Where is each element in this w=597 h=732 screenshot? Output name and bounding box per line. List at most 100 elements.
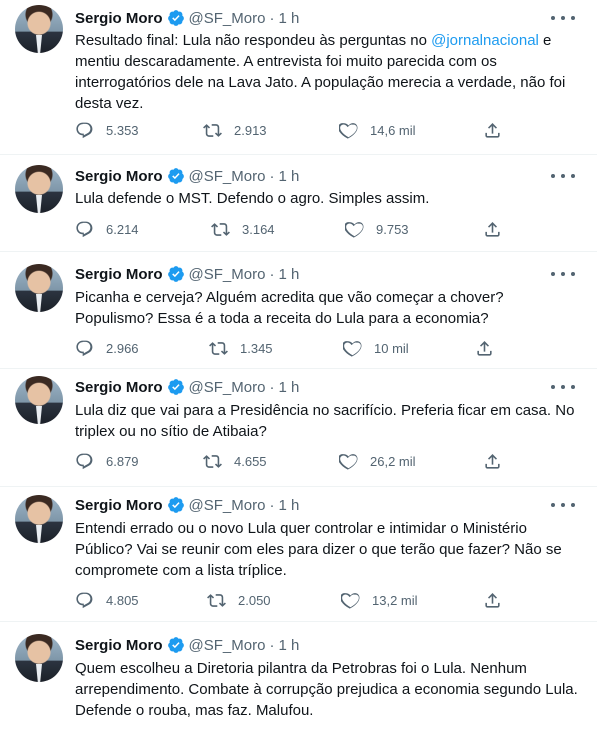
separator: ·: [269, 167, 275, 185]
like-button[interactable]: 26,2 mil: [339, 452, 483, 471]
tweet[interactable]: Sergio Moro @SF_Moro · 1 h Lula defende …: [0, 155, 597, 252]
share-button[interactable]: [483, 452, 514, 471]
reply-icon: [76, 122, 93, 138]
reply-count: 6.879: [106, 453, 139, 469]
reply-button[interactable]: 6.214: [75, 220, 211, 239]
timestamp[interactable]: 1 h: [278, 379, 299, 396]
share-button[interactable]: [483, 121, 514, 140]
avatar[interactable]: [15, 495, 63, 543]
avatar[interactable]: [15, 264, 63, 312]
retweet-button[interactable]: 2.050: [207, 591, 341, 610]
verified-badge-icon: [167, 266, 184, 282]
retweet-button[interactable]: 2.913: [203, 121, 339, 140]
author-handle[interactable]: @SF_Moro: [189, 266, 266, 283]
retweet-count: 4.655: [234, 453, 267, 469]
tweet[interactable]: Sergio Moro @SF_Moro · 1 h Resultado fin…: [0, 0, 597, 155]
tweet-text: Lula diz que vai para a Presidência no s…: [75, 402, 575, 440]
reply-count: 2.966: [106, 340, 139, 356]
tweet-text-part: Resultado final: Lula não respondeu às p…: [75, 32, 432, 49]
tweet[interactable]: Sergio Moro @SF_Moro · 1 h Lula diz que …: [0, 369, 597, 487]
retweet-icon: [211, 222, 230, 236]
more-dots-icon[interactable]: [551, 8, 575, 28]
more-dots-icon[interactable]: [551, 166, 575, 186]
heart-icon: [345, 221, 364, 238]
heart-icon: [339, 453, 358, 470]
reply-count: 5.353: [106, 122, 139, 138]
reply-icon: [76, 453, 93, 469]
author-handle[interactable]: @SF_Moro: [189, 168, 266, 185]
share-icon: [485, 221, 500, 237]
tweet-header: Sergio Moro @SF_Moro · 1 h: [75, 264, 299, 284]
timeline-feed: Sergio Moro @SF_Moro · 1 h Resultado fin…: [0, 0, 597, 732]
share-button[interactable]: [483, 220, 514, 239]
tweet-text: Quem escolheu a Diretoria pilantra da Pe…: [75, 660, 578, 719]
author-handle[interactable]: @SF_Moro: [189, 10, 266, 27]
tweet-actions: 4.805 2.050 13,2 mil: [75, 589, 514, 611]
reply-button[interactable]: 6.879: [75, 452, 203, 471]
retweet-count: 3.164: [242, 221, 275, 237]
like-button[interactable]: 9.753: [345, 220, 483, 239]
tweet[interactable]: Sergio Moro @SF_Moro · 1 h Picanha e cer…: [0, 252, 597, 369]
timestamp[interactable]: 1 h: [278, 266, 299, 283]
avatar[interactable]: [15, 5, 63, 53]
heart-icon: [343, 340, 362, 357]
share-icon: [485, 122, 500, 138]
tweet-header: Sergio Moro @SF_Moro · 1 h: [75, 635, 299, 655]
avatar[interactable]: [15, 165, 63, 213]
more-dots-icon[interactable]: [551, 264, 575, 284]
heart-icon: [339, 122, 358, 139]
tweet-actions: 6.879 4.655 26,2 mil: [75, 450, 514, 472]
like-count: 10 mil: [374, 340, 409, 356]
author-handle[interactable]: @SF_Moro: [189, 637, 266, 654]
reply-button[interactable]: 2.966: [75, 339, 209, 358]
reply-icon: [76, 592, 93, 608]
tweet-header: Sergio Moro @SF_Moro · 1 h: [75, 166, 299, 186]
author-name[interactable]: Sergio Moro: [75, 379, 163, 396]
timestamp[interactable]: 1 h: [278, 497, 299, 514]
timestamp[interactable]: 1 h: [278, 637, 299, 654]
like-count: 26,2 mil: [370, 453, 416, 469]
tweet[interactable]: Sergio Moro @SF_Moro · 1 h Entendi errad…: [0, 487, 597, 622]
mention-link[interactable]: @jornalnacional: [431, 32, 539, 49]
tweet-text: Resultado final: Lula não respondeu às p…: [75, 30, 575, 114]
share-icon: [485, 453, 500, 469]
share-button[interactable]: [483, 591, 514, 610]
retweet-icon: [209, 341, 228, 355]
retweet-icon: [203, 454, 222, 468]
avatar[interactable]: [15, 376, 63, 424]
reply-button[interactable]: 4.805: [75, 591, 207, 610]
author-handle[interactable]: @SF_Moro: [189, 379, 266, 396]
reply-button[interactable]: 5.353: [75, 121, 203, 140]
like-button[interactable]: 14,6 mil: [339, 121, 483, 140]
separator: ·: [269, 496, 275, 514]
like-button[interactable]: 10 mil: [343, 339, 475, 358]
more-dots-icon[interactable]: [551, 377, 575, 397]
timestamp[interactable]: 1 h: [278, 168, 299, 185]
timestamp[interactable]: 1 h: [278, 10, 299, 27]
author-name[interactable]: Sergio Moro: [75, 497, 163, 514]
retweet-button[interactable]: 4.655: [203, 452, 339, 471]
author-name[interactable]: Sergio Moro: [75, 266, 163, 283]
like-count: 9.753: [376, 221, 409, 237]
like-button[interactable]: 13,2 mil: [341, 591, 483, 610]
retweet-icon: [207, 593, 226, 607]
tweet-actions: 2.966 1.345 10 mil: [75, 337, 506, 359]
author-name[interactable]: Sergio Moro: [75, 10, 163, 27]
author-handle[interactable]: @SF_Moro: [189, 497, 266, 514]
author-name[interactable]: Sergio Moro: [75, 637, 163, 654]
separator: ·: [269, 378, 275, 396]
retweet-button[interactable]: 3.164: [211, 220, 345, 239]
tweet-text: Picanha e cerveja? Alguém acredita que v…: [75, 289, 504, 327]
reply-count: 4.805: [106, 592, 139, 608]
retweet-button[interactable]: 1.345: [209, 339, 343, 358]
share-button[interactable]: [475, 339, 506, 358]
separator: ·: [269, 265, 275, 283]
retweet-count: 2.050: [238, 592, 271, 608]
reply-count: 6.214: [106, 221, 139, 237]
verified-badge-icon: [167, 637, 184, 653]
more-dots-icon[interactable]: [551, 495, 575, 515]
tweet[interactable]: Sergio Moro @SF_Moro · 1 h Quem escolheu…: [0, 622, 597, 732]
avatar[interactable]: [15, 634, 63, 682]
author-name[interactable]: Sergio Moro: [75, 168, 163, 185]
share-icon: [485, 592, 500, 608]
